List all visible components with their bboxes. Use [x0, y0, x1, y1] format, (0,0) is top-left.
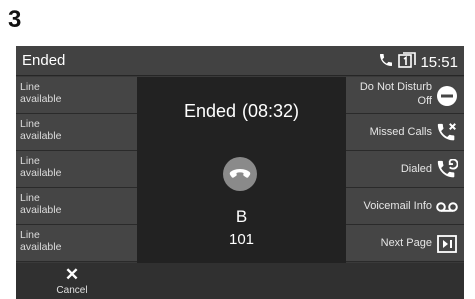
- phone-icon: [378, 52, 394, 73]
- line-key-status: available: [20, 93, 62, 105]
- voicemail-info-button[interactable]: Voicemail Info: [346, 188, 464, 225]
- line-key-status: available: [20, 130, 62, 142]
- dnd-icon: [436, 85, 458, 107]
- next-page-label: Next Page: [380, 237, 432, 249]
- call-status-text: Ended: [183, 101, 236, 121]
- close-icon: ✕: [64, 265, 80, 284]
- status-bar: Ended 15:51: [16, 46, 464, 76]
- missed-call-icon: [436, 122, 458, 144]
- voicemail-icon: [436, 196, 458, 218]
- voicemail-info-label: Voicemail Info: [363, 200, 432, 212]
- status-indicators: 15:51: [378, 52, 458, 73]
- call-duration: (08:32): [242, 101, 300, 121]
- status-title: Ended: [22, 52, 66, 69]
- do-not-disturb-button[interactable]: Do Not Disturb Off: [346, 77, 464, 114]
- line-key-label: Line: [20, 155, 40, 167]
- cancel-button[interactable]: ✕ Cancel: [50, 265, 94, 299]
- contact-number: 101: [228, 231, 255, 248]
- dialed-call-icon: [436, 159, 458, 181]
- line-key-label: Line: [20, 192, 40, 204]
- dialed-label: Dialed: [400, 163, 432, 175]
- line-key-5[interactable]: Line available: [16, 225, 137, 262]
- line-key-label: Line: [20, 118, 40, 130]
- bottom-bar: ✕ Cancel: [16, 263, 464, 299]
- status-time: 15:51: [420, 54, 458, 71]
- line-key-4[interactable]: Line available: [16, 188, 137, 225]
- missed-calls-button[interactable]: Missed Calls: [346, 114, 464, 151]
- call-info-panel: Ended (08:32) B 101: [137, 77, 346, 263]
- dnd-state: Off: [417, 95, 432, 107]
- call-status: Ended (08:32): [137, 101, 346, 122]
- dialed-button[interactable]: Dialed: [346, 151, 464, 188]
- line-key-label: Line: [20, 81, 40, 93]
- line-key-3[interactable]: Line available: [16, 151, 137, 188]
- phone-screen: Ended 15:51 Line available Line availabl…: [16, 46, 464, 299]
- line-key-2[interactable]: Line available: [16, 114, 137, 151]
- missed-calls-label: Missed Calls: [369, 126, 432, 138]
- next-page-button[interactable]: Next Page: [346, 225, 464, 262]
- line-key-1[interactable]: Line available: [16, 77, 137, 114]
- soft-keys: Do Not Disturb Off Missed Calls Dialed V…: [346, 77, 464, 262]
- line-key-status: available: [20, 241, 62, 253]
- next-page-icon: [436, 233, 458, 255]
- cancel-label: Cancel: [56, 285, 88, 296]
- line-key-status: available: [20, 204, 62, 216]
- line-keys: Line available Line available Line avail…: [16, 77, 137, 262]
- line-key-label: Line: [20, 229, 40, 241]
- line-key-status: available: [20, 167, 62, 179]
- dnd-label: Do Not Disturb: [359, 81, 432, 93]
- line-one-icon: [398, 52, 417, 73]
- step-number: 3: [8, 6, 22, 33]
- contact-name: B: [235, 207, 248, 226]
- hangup-icon: [223, 157, 257, 191]
